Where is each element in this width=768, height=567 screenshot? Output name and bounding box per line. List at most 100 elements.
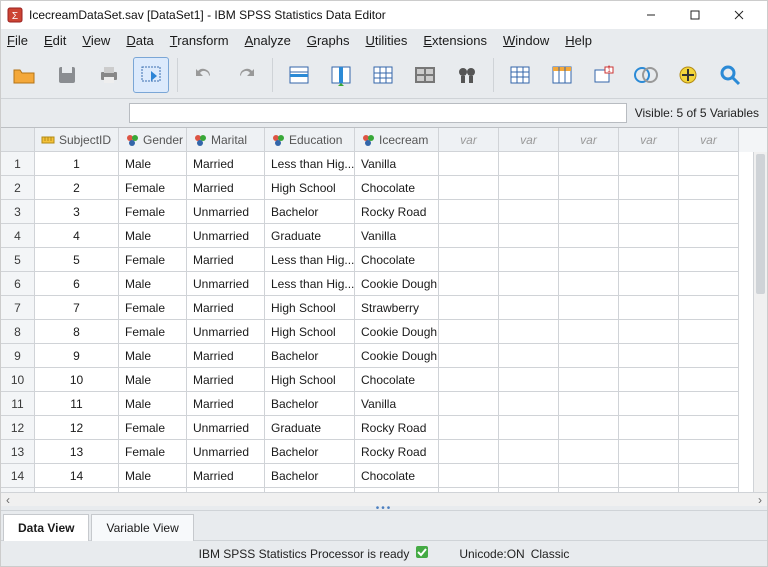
cell-icecream[interactable]: Cookie Dough: [355, 272, 439, 296]
use-sets-button[interactable]: [670, 57, 706, 93]
find-button[interactable]: [449, 57, 485, 93]
row-number[interactable]: 15: [1, 488, 35, 492]
toggle-value-labels-button[interactable]: [133, 57, 169, 93]
cell-empty[interactable]: [439, 176, 499, 200]
split-file-button[interactable]: [502, 57, 538, 93]
cell-marital[interactable]: Unmarried: [187, 440, 265, 464]
cell-education[interactable]: Bachelor: [265, 344, 355, 368]
cell-empty[interactable]: [559, 344, 619, 368]
cell-subjectid[interactable]: 6: [35, 272, 119, 296]
cell-gender[interactable]: Female: [119, 296, 187, 320]
cell-empty[interactable]: [619, 248, 679, 272]
col-header-empty[interactable]: var: [439, 128, 499, 152]
cell-education[interactable]: Graduate: [265, 224, 355, 248]
cell-empty[interactable]: [619, 176, 679, 200]
col-header-marital[interactable]: Marital: [187, 128, 265, 152]
cell-marital[interactable]: Married: [187, 176, 265, 200]
cell-marital[interactable]: Married: [187, 248, 265, 272]
cell-education[interactable]: Graduate: [265, 488, 355, 492]
cell-icecream[interactable]: Chocolate: [355, 248, 439, 272]
cell-empty[interactable]: [499, 320, 559, 344]
cell-empty[interactable]: [679, 392, 739, 416]
goto-variable-button[interactable]: [323, 57, 359, 93]
cell-empty[interactable]: [679, 488, 739, 492]
cell-marital[interactable]: Married: [187, 464, 265, 488]
menu-extensions[interactable]: Extensions: [423, 33, 487, 48]
row-number[interactable]: 4: [1, 224, 35, 248]
cell-empty[interactable]: [619, 272, 679, 296]
col-header-icecream[interactable]: Icecream: [355, 128, 439, 152]
cell-gender[interactable]: Male: [119, 488, 187, 492]
cell-gender[interactable]: Male: [119, 224, 187, 248]
cell-empty[interactable]: [499, 200, 559, 224]
cell-empty[interactable]: [679, 176, 739, 200]
cell-empty[interactable]: [559, 416, 619, 440]
cell-subjectid[interactable]: 14: [35, 464, 119, 488]
cell-icecream[interactable]: Chocolate: [355, 176, 439, 200]
cell-empty[interactable]: [499, 392, 559, 416]
cell-gender[interactable]: Male: [119, 272, 187, 296]
print-button[interactable]: [91, 57, 127, 93]
cell-subjectid[interactable]: 1: [35, 152, 119, 176]
cell-empty[interactable]: [679, 272, 739, 296]
cell-gender[interactable]: Male: [119, 368, 187, 392]
cell-gender[interactable]: Female: [119, 440, 187, 464]
show-labels-button[interactable]: [628, 57, 664, 93]
cell-subjectid[interactable]: 3: [35, 200, 119, 224]
cell-education[interactable]: Less than Hig...: [265, 152, 355, 176]
cell-marital[interactable]: Married: [187, 296, 265, 320]
cell-empty[interactable]: [559, 440, 619, 464]
cell-marital[interactable]: Married: [187, 392, 265, 416]
maximize-button[interactable]: [673, 1, 717, 29]
cell-icecream[interactable]: Cookie Dough: [355, 344, 439, 368]
cell-empty[interactable]: [499, 248, 559, 272]
cell-empty[interactable]: [439, 200, 499, 224]
col-header-empty[interactable]: var: [559, 128, 619, 152]
cell-empty[interactable]: [619, 464, 679, 488]
undo-button[interactable]: [186, 57, 222, 93]
cell-marital[interactable]: Unmarried: [187, 224, 265, 248]
compute-button[interactable]: [407, 57, 443, 93]
cell-subjectid[interactable]: 7: [35, 296, 119, 320]
cell-empty[interactable]: [619, 320, 679, 344]
save-file-button[interactable]: [49, 57, 85, 93]
cell-empty[interactable]: [499, 464, 559, 488]
cell-subjectid[interactable]: 13: [35, 440, 119, 464]
row-number[interactable]: 1: [1, 152, 35, 176]
cell-editor[interactable]: [129, 103, 627, 123]
cell-empty[interactable]: [679, 464, 739, 488]
cell-empty[interactable]: [619, 296, 679, 320]
cell-empty[interactable]: [499, 440, 559, 464]
redo-button[interactable]: [228, 57, 264, 93]
cell-empty[interactable]: [439, 368, 499, 392]
cell-gender[interactable]: Female: [119, 248, 187, 272]
open-file-button[interactable]: [7, 57, 43, 93]
cell-icecream[interactable]: Rocky Road: [355, 200, 439, 224]
menu-utilities[interactable]: Utilities: [365, 33, 407, 48]
row-number[interactable]: 11: [1, 392, 35, 416]
cell-empty[interactable]: [499, 272, 559, 296]
tab-data-view[interactable]: Data View: [3, 514, 89, 541]
row-number[interactable]: 5: [1, 248, 35, 272]
cell-gender[interactable]: Female: [119, 320, 187, 344]
cell-empty[interactable]: [619, 344, 679, 368]
minimize-button[interactable]: [629, 1, 673, 29]
cell-empty[interactable]: [559, 488, 619, 492]
cell-gender[interactable]: Female: [119, 176, 187, 200]
cell-empty[interactable]: [439, 464, 499, 488]
menu-file[interactable]: File: [7, 33, 28, 48]
cell-education[interactable]: High School: [265, 368, 355, 392]
cell-empty[interactable]: [559, 200, 619, 224]
cell-gender[interactable]: Female: [119, 416, 187, 440]
row-number[interactable]: 9: [1, 344, 35, 368]
cell-empty[interactable]: [499, 368, 559, 392]
cell-empty[interactable]: [619, 200, 679, 224]
cell-empty[interactable]: [619, 368, 679, 392]
cell-empty[interactable]: [679, 320, 739, 344]
cell-empty[interactable]: [439, 392, 499, 416]
row-number[interactable]: 6: [1, 272, 35, 296]
cell-subjectid[interactable]: 12: [35, 416, 119, 440]
menu-analyze[interactable]: Analyze: [245, 33, 291, 48]
cell-empty[interactable]: [559, 176, 619, 200]
cell-empty[interactable]: [679, 248, 739, 272]
